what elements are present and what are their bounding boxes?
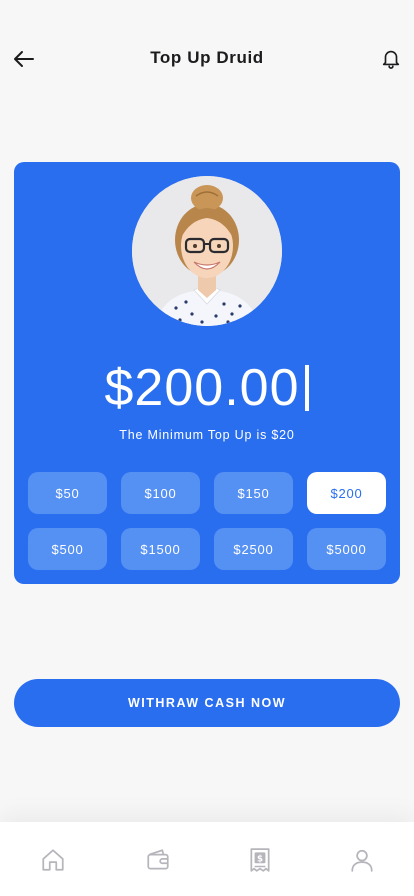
amount-option-selected[interactable]: $200 xyxy=(307,472,386,514)
page-title: Top Up Druid xyxy=(150,48,264,67)
svg-text:$: $ xyxy=(257,855,263,865)
bottom-tab-bar: $ xyxy=(0,822,414,896)
amount-option[interactable]: $500 xyxy=(28,528,107,570)
notification-button[interactable] xyxy=(378,45,404,71)
top-bar: Top Up Druid xyxy=(0,0,414,116)
tab-wallet[interactable] xyxy=(144,846,172,874)
withdraw-cash-button[interactable]: WITHRAW CASH NOW xyxy=(14,679,400,727)
receipt-icon: $ xyxy=(250,848,270,872)
text-caret xyxy=(305,365,310,411)
amount-option[interactable]: $2500 xyxy=(214,528,293,570)
avatar xyxy=(132,176,282,326)
bell-icon xyxy=(382,50,400,69)
amount-option[interactable]: $1500 xyxy=(121,528,200,570)
wallet-icon xyxy=(147,849,169,870)
amount-option[interactable]: $50 xyxy=(28,472,107,514)
home-icon xyxy=(42,849,64,871)
amount-display[interactable]: $200.00 xyxy=(14,358,400,418)
minimum-top-up-note: The Minimum Top Up is $20 xyxy=(119,428,295,442)
amount-option[interactable]: $150 xyxy=(214,472,293,514)
profile-icon xyxy=(351,849,373,872)
amount-value: $200.00 xyxy=(104,359,300,417)
amount-option[interactable]: $5000 xyxy=(307,528,386,570)
amount-option[interactable]: $100 xyxy=(121,472,200,514)
top-up-card: $200.00 The Minimum Top Up is $20 $50 $1… xyxy=(14,162,400,584)
amount-options: $50 $100 $150 $200 $500 $1500 $2500 $500… xyxy=(28,472,386,570)
avatar-image xyxy=(132,176,282,326)
tab-transactions[interactable]: $ xyxy=(246,846,274,874)
tab-profile[interactable] xyxy=(348,846,376,874)
tab-home[interactable] xyxy=(39,846,67,874)
